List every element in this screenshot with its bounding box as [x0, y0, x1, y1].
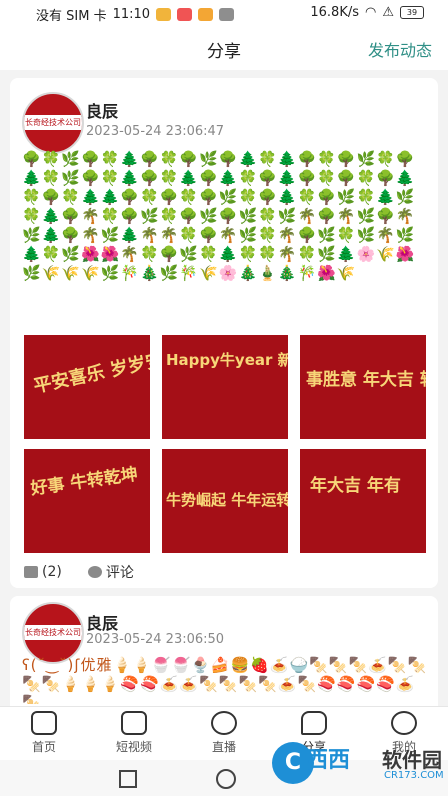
- wifi-icon: ◠: [365, 5, 377, 20]
- watermark-text-1: 西西: [306, 748, 351, 773]
- tab-short-video[interactable]: 短视频: [104, 711, 164, 755]
- post-image[interactable]: 年大吉 年有: [300, 449, 426, 553]
- recent-apps-button[interactable]: [119, 770, 137, 788]
- battery-icon: 39: [400, 6, 424, 19]
- post-text: 🌳🍀🌿🌳🍀🌲🌳🍀🌳🌿🌳🌲🍀🌲🌳🍀🌳🌿🍀🌳🌲🍀🌿🌳🍀🌲🌳🍀🌲🌳🌲🍀🌳🌲🌳🍀🌳🍀🌳🌲…: [22, 150, 416, 282]
- post-image[interactable]: 事胜意 年大吉 转乾坤: [300, 335, 426, 439]
- tab-live[interactable]: 直播: [194, 711, 254, 755]
- like-button[interactable]: (2): [24, 562, 62, 582]
- video-icon: [121, 711, 147, 735]
- post-text: ʕ(˘‿˘)ʃ优雅🍦🍦🍧🍧🍨🍰🍔🍓🍝🍚🍢🍢🍢🍝🍢🍢🍢🍢🍦🍦🍦🍣🍣🍝🍝🍢🍢🍢🍢🍝🍢…: [22, 656, 428, 704]
- tab-home[interactable]: 首页: [14, 711, 74, 755]
- clock: 11:10: [112, 7, 151, 22]
- post-image[interactable]: 平安喜乐 岁岁安康: [24, 335, 150, 439]
- comment-icon: [87, 566, 102, 578]
- post-actions: (2) 评论: [24, 562, 134, 582]
- translate-icon: [219, 8, 235, 21]
- home-button[interactable]: [216, 769, 236, 789]
- watermark-text-2: 软件园: [382, 748, 442, 772]
- post-image[interactable]: Happy牛year 新春快乐 恭喜发财: [162, 335, 288, 439]
- profile-icon: [391, 711, 417, 735]
- post-timestamp: 2023-05-24 23:06:50: [86, 632, 225, 647]
- app-icon: [198, 8, 214, 21]
- chat-icon: [301, 711, 327, 735]
- post-image[interactable]: 好事 牛转乾坤: [24, 449, 150, 553]
- live-icon: [211, 711, 237, 735]
- carrier-label: 没有 SIM 卡: [36, 9, 107, 24]
- status-bar: 没有 SIM 卡 11:10 16.8K/s ◠ ⚠ 39: [0, 0, 448, 26]
- comment-button[interactable]: 评论: [87, 562, 134, 582]
- post-timestamp: 2023-05-24 23:06:47: [86, 124, 225, 139]
- publish-post-button[interactable]: 发布动态: [368, 37, 432, 61]
- share-feed[interactable]: 长奇经技术公司 良辰 2023-05-24 23:06:47 🌳🍀🌿🌳🍀🌲🌳🍀🌳…: [0, 70, 448, 706]
- home-icon: [31, 711, 57, 735]
- mail-icon: [177, 8, 193, 21]
- notification-icon: [156, 8, 172, 21]
- avatar[interactable]: 长奇经技术公司: [22, 602, 84, 664]
- network-speed: 16.8K/s: [310, 5, 359, 20]
- post-card: 长奇经技术公司 良辰 2023-05-24 23:06:50 ʕ(˘‿˘)ʃ优雅…: [10, 596, 438, 706]
- post-image-grid: 平安喜乐 岁岁安康 Happy牛year 新春快乐 恭喜发财 事胜意 年大吉 转…: [24, 335, 432, 555]
- app-header: 分享 发布动态: [0, 26, 448, 70]
- like-count: (2): [42, 564, 62, 580]
- thumbs-up-icon: [24, 566, 38, 578]
- comment-label: 评论: [105, 565, 134, 581]
- post-card: 长奇经技术公司 良辰 2023-05-24 23:06:47 🌳🍀🌿🌳🍀🌲🌳🍀🌳…: [10, 78, 438, 588]
- post-username[interactable]: 良辰: [86, 98, 118, 122]
- post-image[interactable]: 牛势崛起 牛年运转 大吉大利: [162, 449, 288, 553]
- watermark-logo: C 西西 软件园 CR173.COM: [272, 738, 444, 788]
- avatar[interactable]: 长奇经技术公司: [22, 92, 84, 154]
- watermark-url: CR173.COM: [384, 770, 444, 781]
- alert-icon: ⚠: [382, 5, 394, 20]
- post-username[interactable]: 良辰: [86, 610, 118, 634]
